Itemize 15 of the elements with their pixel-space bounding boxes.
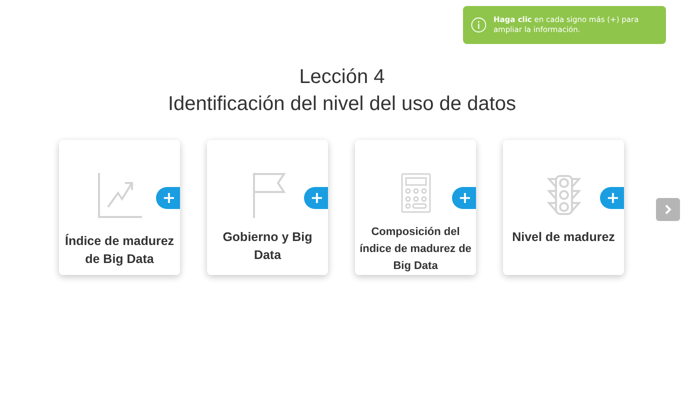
topic-card[interactable]: Gobierno y Big Data + — [207, 140, 328, 275]
calculator-icon — [400, 173, 430, 213]
card-label: Gobierno y Big Data — [222, 229, 314, 264]
line-chart-icon — [96, 171, 144, 219]
topic-card[interactable]: Composición del índice de madurez de Big Data + — [355, 140, 476, 275]
topic-card[interactable]: Índice de madurez de Big Data + — [59, 140, 180, 275]
card-label: Nivel de madurez — [511, 229, 616, 246]
lesson-number: Lección 4 — [299, 65, 385, 90]
card-label: Composición del índice de madurez de Big Data — [358, 225, 472, 274]
next-button[interactable] — [656, 198, 680, 221]
traffic-light-icon — [546, 175, 580, 215]
chevron-right-icon — [664, 204, 672, 215]
topic-card[interactable]: Nivel de madurez + — [503, 140, 624, 275]
card-label: Índice de madurez de Big Data — [64, 232, 176, 268]
lesson-title: Identificación del nivel del uso de datos — [168, 92, 516, 117]
